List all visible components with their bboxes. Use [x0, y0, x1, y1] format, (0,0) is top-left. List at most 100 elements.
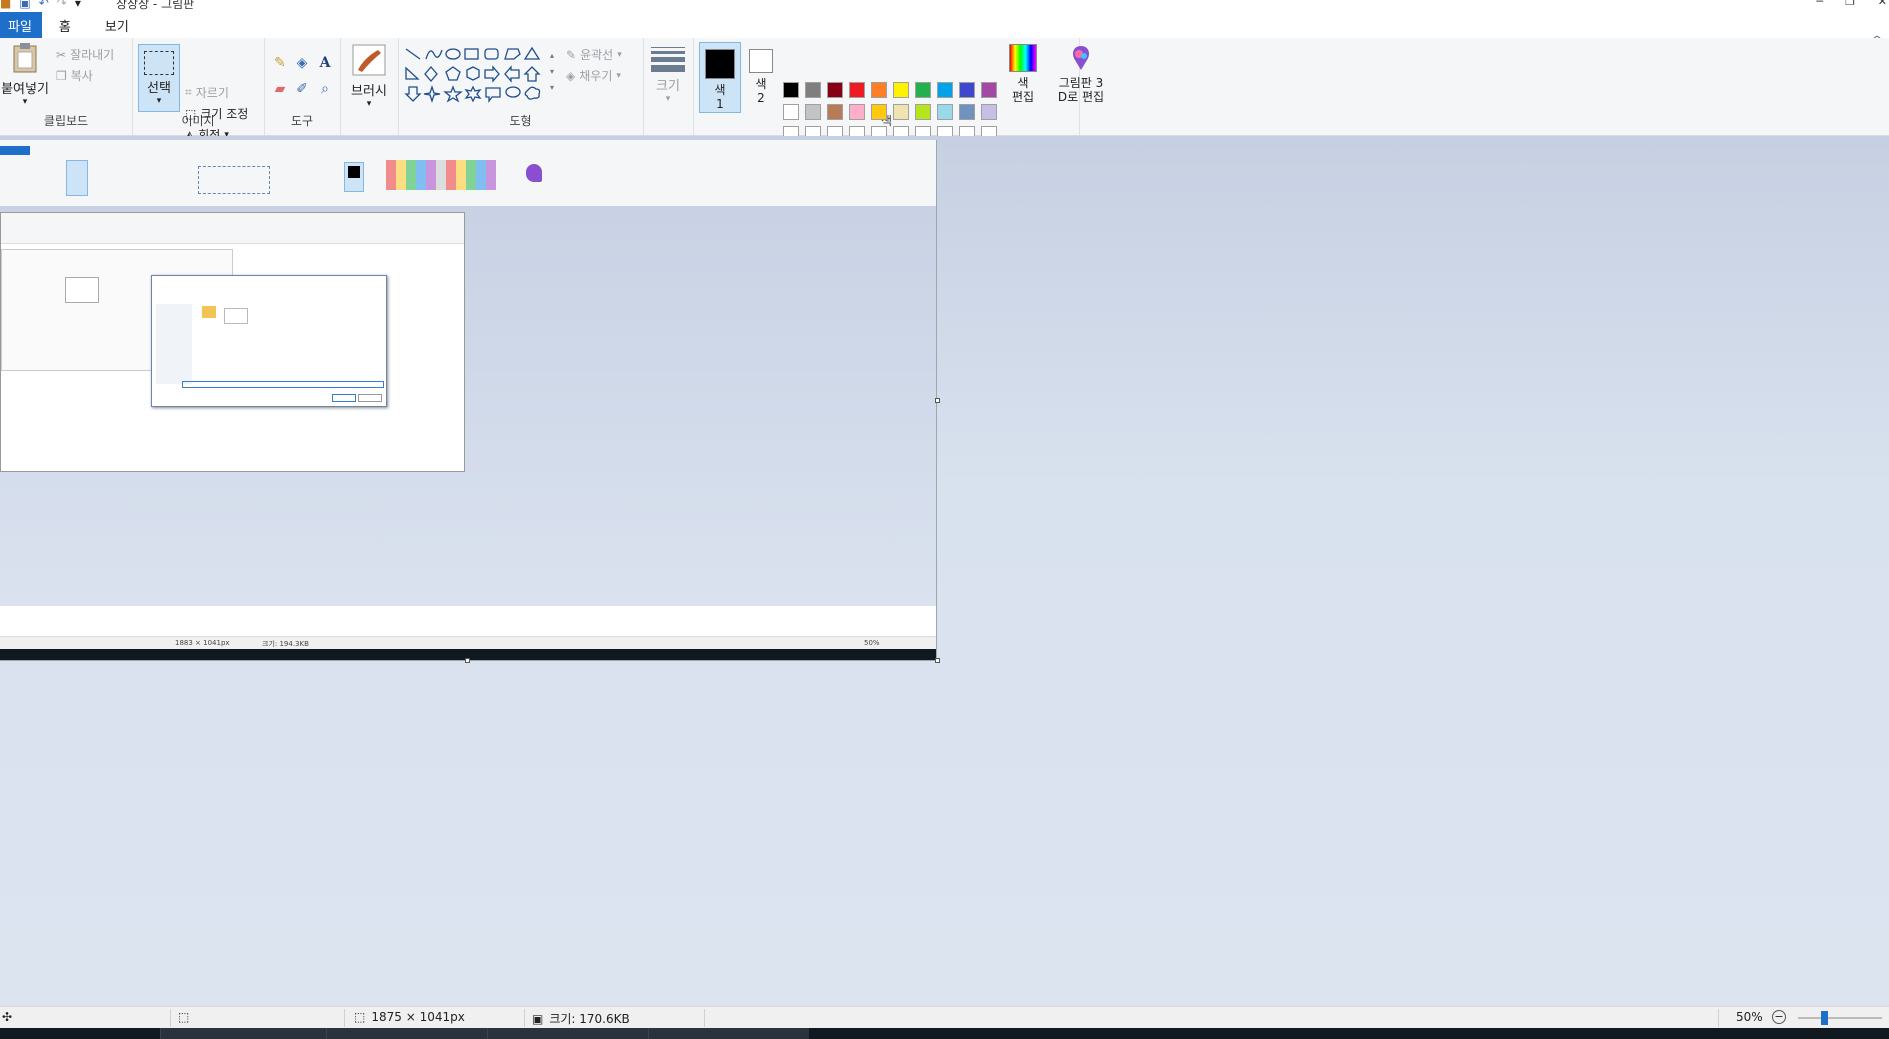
palette-color-swatch[interactable]: [915, 104, 931, 120]
paste-button[interactable]: 붙여넣기 ▾: [0, 42, 50, 107]
palette-color-swatch[interactable]: [959, 104, 975, 120]
palette-color-swatch[interactable]: [981, 104, 997, 120]
eraser-icon[interactable]: ▰: [271, 80, 289, 98]
shapes-gallery[interactable]: [404, 46, 554, 106]
window-title: 장장장 - 그림판: [116, 0, 195, 11]
copy-icon: ❐: [56, 68, 67, 83]
size-button[interactable]: 크기 ▾: [646, 44, 690, 104]
edit-colors-button[interactable]: 색 편집: [1003, 44, 1043, 104]
customize-qa-icon[interactable]: ▾: [75, 0, 81, 10]
select-button[interactable]: 선택 ▾: [138, 44, 180, 112]
cut-button[interactable]: ✂ 잘라내기: [56, 46, 114, 63]
palette-color-swatch[interactable]: [915, 82, 931, 98]
title-bar: ■ ▣ ↶ ↷ ▾ 장장장 - 그림판 ─ ❐ ✕: [0, 0, 1889, 12]
canvas-dimensions: ⬚ 1875 × 1041px: [354, 1010, 465, 1024]
pencil-icon[interactable]: ✎: [271, 54, 289, 72]
taskbar-app-1[interactable]: [160, 1028, 326, 1039]
taskbar-app-2[interactable]: [326, 1028, 487, 1039]
line-width-icon: [651, 47, 685, 72]
nested-dims: 1883 × 1041px: [175, 639, 230, 647]
palette-color-swatch[interactable]: [849, 82, 865, 98]
nested-save-dialog: [151, 275, 387, 407]
redo-icon[interactable]: ↷: [57, 0, 67, 10]
nested-ribbon-thumbnail: [0, 140, 936, 207]
paint3d-button[interactable]: 그림판 3 D로 편집: [1052, 44, 1110, 104]
zoom-out-button[interactable]: −: [1772, 1010, 1786, 1024]
resize-handle-bottom[interactable]: [465, 658, 470, 663]
tools-group-label: 도구: [290, 114, 314, 128]
color1-swatch: [705, 49, 735, 79]
selection-size-icon: ⬚: [178, 1010, 190, 1024]
color2-button[interactable]: 색 2: [743, 42, 779, 105]
quick-access-toolbar: ■ ▣ ↶ ↷ ▾: [0, 0, 81, 10]
crop-icon: ⌗: [185, 85, 192, 99]
taskbar-app-3[interactable]: [487, 1028, 648, 1039]
palette-color-swatch[interactable]: [805, 104, 821, 120]
color1-button[interactable]: 색 1: [699, 42, 741, 113]
resize-button[interactable]: ⬚ 크기 조정: [185, 105, 248, 122]
magnifier-icon[interactable]: ⌕: [316, 80, 334, 98]
crop-label: 자르기: [195, 86, 229, 100]
nested-file-tab: [0, 146, 30, 155]
palette-color-swatch[interactable]: [783, 104, 799, 120]
chevron-down-icon: ▾: [616, 70, 621, 81]
chevron-down-icon: ▾: [366, 99, 372, 109]
palette-color-swatch[interactable]: [827, 104, 843, 120]
nested-size: 크기: 194.3KB: [262, 640, 309, 648]
canvas-area[interactable]: 1883 × 1041px 크기: 194.3KB 50%: [0, 136, 1889, 1006]
save-icon[interactable]: ▣: [19, 0, 30, 10]
shapes-scroll[interactable]: ▴ ▾ ▾: [550, 48, 554, 96]
copy-button[interactable]: ❐ 복사: [56, 67, 93, 84]
outline-button[interactable]: ✎ 윤곽선 ▾: [566, 46, 622, 63]
paint3d-icon: [1073, 46, 1089, 70]
undo-icon[interactable]: ↶: [39, 0, 49, 10]
canvas-size-icon: ⬚: [354, 1010, 366, 1024]
resize-icon: ⬚: [185, 106, 197, 121]
select-label: 선택: [147, 81, 171, 96]
palette-color-swatch[interactable]: [871, 104, 887, 120]
palette-color-swatch[interactable]: [893, 104, 909, 120]
fill-button[interactable]: ◈ 채우기 ▾: [566, 67, 621, 84]
palette-color-swatch[interactable]: [937, 82, 953, 98]
color-picker-icon[interactable]: ✐: [293, 80, 311, 98]
palette-color-swatch[interactable]: [805, 82, 821, 98]
canvas-dimensions-text: 1875 × 1041px: [371, 1010, 465, 1024]
color2-label-b: 2: [757, 91, 765, 105]
palette-color-swatch[interactable]: [871, 82, 887, 98]
palette-color-swatch[interactable]: [783, 82, 799, 98]
tab-home[interactable]: 홈: [42, 12, 88, 38]
status-bar: ✣ ⬚ ⬚ 1875 × 1041px ▣ 크기: 170.6KB 50% −: [0, 1006, 1889, 1029]
resize-handle-right[interactable]: [935, 398, 940, 403]
palette-color-swatch[interactable]: [849, 104, 865, 120]
close-button[interactable]: ✕: [1878, 0, 1887, 8]
edit-colors-label-b: 편집: [1011, 90, 1035, 104]
resize-label: 크기 조정: [200, 107, 249, 121]
fill-label: 채우기: [579, 69, 613, 83]
minimize-button[interactable]: ─: [1816, 0, 1823, 8]
tab-view[interactable]: 보기: [88, 12, 146, 38]
palette-color-swatch[interactable]: [827, 82, 843, 98]
palette-color-swatch[interactable]: [981, 82, 997, 98]
nested-color1: [344, 162, 364, 192]
cursor-position-icon: ✣: [2, 1010, 13, 1024]
canvas-image[interactable]: 1883 × 1041px 크기: 194.3KB 50%: [0, 140, 937, 661]
minus-circle-icon: −: [1772, 1010, 1786, 1024]
fill-bucket-icon[interactable]: ◈: [293, 54, 311, 72]
app-icon: ■: [0, 0, 12, 10]
brush-button[interactable]: 브러시 ▾: [344, 44, 394, 109]
zoom-slider[interactable]: [1798, 1017, 1882, 1019]
color1-label-b: 1: [716, 97, 724, 111]
palette-color-swatch[interactable]: [893, 82, 909, 98]
rainbow-palette-icon: [1009, 44, 1037, 72]
brush-icon: [352, 44, 386, 76]
resize-handle-corner[interactable]: [935, 658, 940, 663]
tab-file[interactable]: 파일: [0, 12, 42, 38]
crop-button[interactable]: ⌗ 자르기: [185, 84, 229, 101]
palette-color-swatch[interactable]: [937, 104, 953, 120]
palette-color-swatch[interactable]: [959, 82, 975, 98]
color1-label-a: 색: [714, 83, 726, 97]
text-tool-icon[interactable]: A: [316, 54, 334, 72]
taskbar-app-4[interactable]: [648, 1028, 809, 1039]
maximize-button[interactable]: ❐: [1845, 0, 1855, 8]
zoom-slider-thumb[interactable]: [1821, 1011, 1829, 1025]
